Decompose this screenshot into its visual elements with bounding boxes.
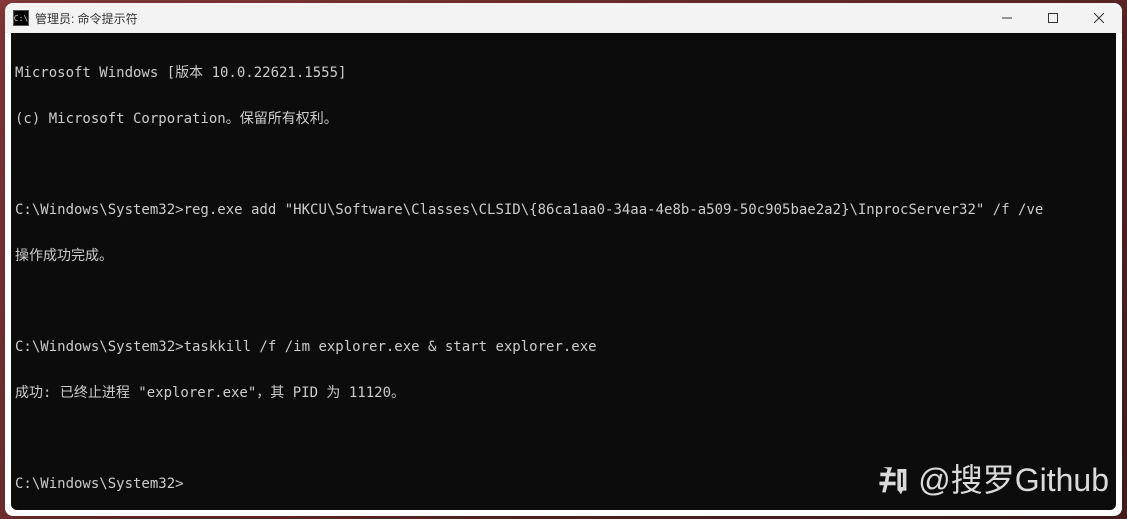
close-button[interactable] bbox=[1076, 3, 1122, 33]
reg-add-command: reg.exe add "HKCU\Software\Classes\CLSID… bbox=[184, 202, 1044, 218]
result-line-1: 操作成功完成。 bbox=[15, 249, 1112, 264]
prompt: C:\Windows\System32> bbox=[15, 476, 184, 492]
prompt: C:\Windows\System32> bbox=[15, 202, 184, 218]
version-line: Microsoft Windows [版本 10.0.22621.1555] bbox=[15, 66, 1112, 81]
blank-line bbox=[15, 432, 1112, 446]
cursor bbox=[184, 478, 192, 492]
command-line-2: C:\Windows\System32>taskkill /f /im expl… bbox=[15, 340, 1112, 355]
cmd-icon: C:\ bbox=[13, 10, 29, 26]
command-line-1: C:\Windows\System32>reg.exe add "HKCU\So… bbox=[15, 203, 1112, 218]
titlebar[interactable]: C:\ 管理员: 命令提示符 bbox=[5, 3, 1122, 33]
blank-line bbox=[15, 158, 1112, 172]
maximize-button[interactable] bbox=[1030, 3, 1076, 33]
taskkill-command: taskkill /f /im explorer.exe & start exp… bbox=[184, 339, 597, 355]
result-line-2: 成功: 已终止进程 "explorer.exe"，其 PID 为 11120。 bbox=[15, 386, 1112, 401]
copyright-line: (c) Microsoft Corporation。保留所有权利。 bbox=[15, 112, 1112, 127]
minimize-button[interactable] bbox=[984, 3, 1030, 33]
prompt: C:\Windows\System32> bbox=[15, 339, 184, 355]
command-prompt-window: C:\ 管理员: 命令提示符 Microsoft Windows [版本 10.… bbox=[5, 3, 1122, 516]
terminal-output[interactable]: Microsoft Windows [版本 10.0.22621.1555] (… bbox=[11, 33, 1116, 510]
window-title: 管理员: 命令提示符 bbox=[35, 10, 984, 27]
blank-line bbox=[15, 295, 1112, 309]
current-prompt-line: C:\Windows\System32> bbox=[15, 477, 1112, 492]
window-controls bbox=[984, 3, 1122, 33]
